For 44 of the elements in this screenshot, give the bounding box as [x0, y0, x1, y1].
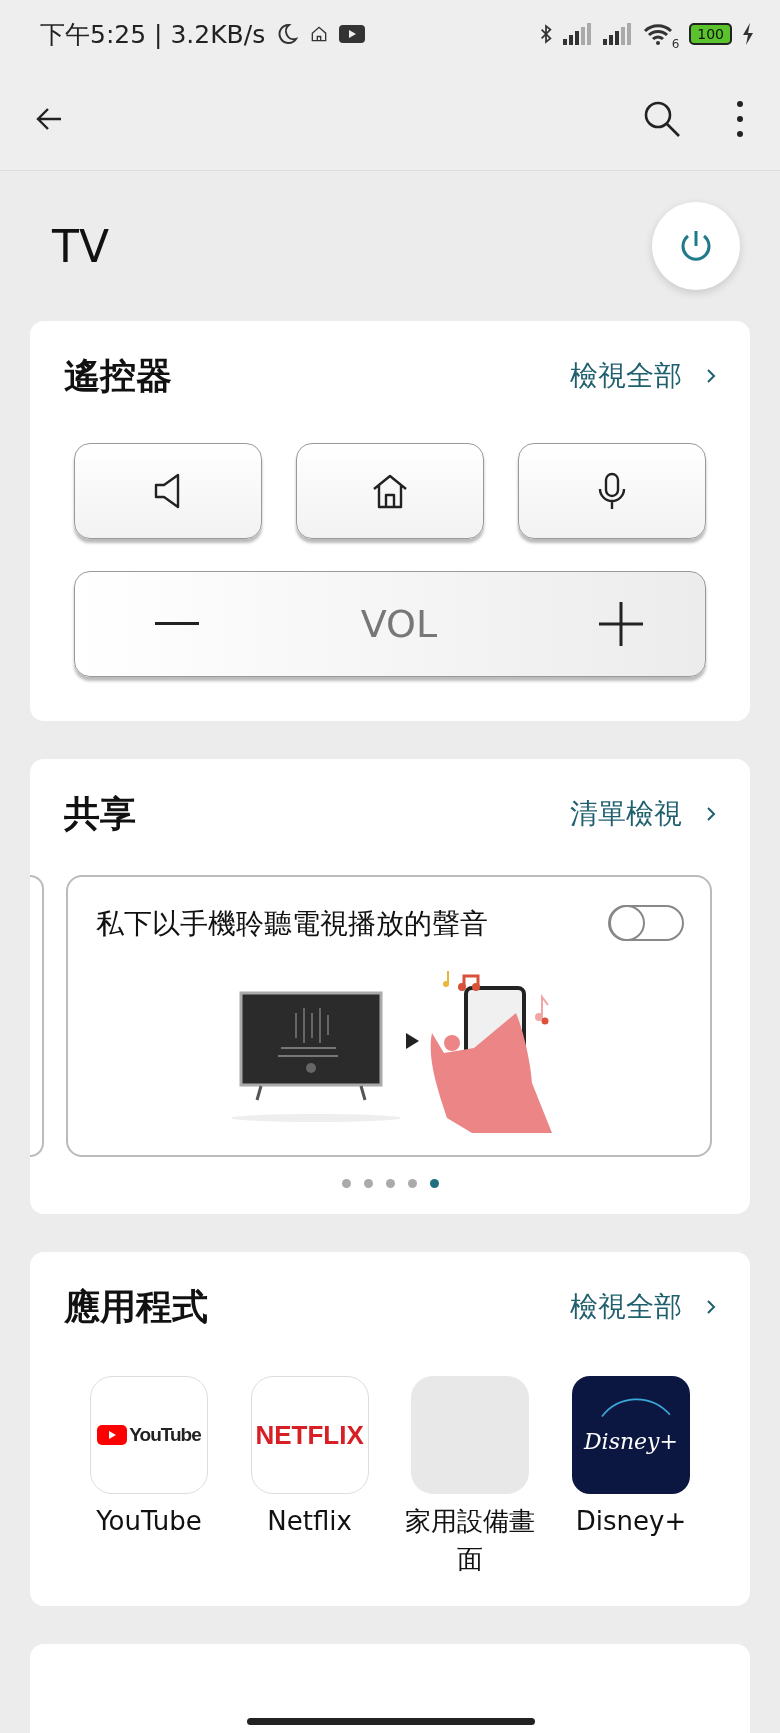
microphone-button[interactable]	[518, 443, 706, 539]
page-title: TV	[52, 220, 109, 272]
bluetooth-icon	[539, 22, 554, 46]
power-button[interactable]	[652, 202, 740, 290]
page-dot[interactable]	[363, 1179, 373, 1188]
chevron-icon[interactable]	[706, 368, 716, 384]
app-label[interactable]: Netflix	[239, 1502, 380, 1540]
mute-button[interactable]	[74, 443, 262, 539]
app-icon[interactable]: YouTube	[90, 1376, 208, 1494]
chevron-icon[interactable]	[706, 1299, 716, 1315]
section-title: 應用程式	[64, 1284, 209, 1329]
signal-icon	[563, 23, 594, 45]
section-title: 共享	[64, 791, 137, 836]
more-icon[interactable]	[736, 99, 744, 139]
wifi-icon	[643, 23, 674, 45]
page-dot[interactable]	[407, 1179, 417, 1188]
play-icon	[339, 24, 366, 44]
charging-icon	[742, 23, 754, 45]
app-label[interactable]: YouTube	[79, 1502, 219, 1540]
chevron-icon[interactable]	[706, 806, 716, 822]
page-dot[interactable]	[341, 1179, 351, 1188]
app-icon[interactable]: Disney+	[571, 1376, 690, 1494]
status-time: 下午5:25 | 3.2KB/s	[40, 18, 266, 51]
volume-up-icon[interactable]	[599, 602, 643, 646]
feature-text: 私下以手機聆聽電視播放的聲音	[96, 906, 488, 942]
search-icon[interactable]	[642, 99, 682, 139]
app-icon[interactable]: NETFLIX	[250, 1376, 369, 1494]
volume-label: VOL	[360, 602, 438, 646]
toggle-switch[interactable]	[608, 905, 684, 941]
battery-indicator: 100	[689, 23, 732, 45]
moon-icon	[275, 22, 300, 46]
app-label[interactable]: Disney+	[560, 1502, 701, 1540]
app-label[interactable]: 家用設備畫面	[400, 1502, 541, 1578]
list-view-link[interactable]: 清單檢視	[570, 795, 682, 833]
view-all-link[interactable]: 檢視全部	[570, 357, 682, 395]
wifi-band-label: 6	[671, 37, 680, 51]
home-button[interactable]	[296, 443, 484, 539]
volume-down-icon[interactable]	[155, 622, 199, 626]
page-dot[interactable]	[385, 1179, 395, 1188]
previous-slide[interactable]	[30, 875, 44, 1157]
signal-icon	[603, 23, 634, 45]
page-dot[interactable]	[429, 1179, 439, 1188]
section-title: 遙控器	[64, 353, 173, 398]
view-all-link[interactable]: 檢視全部	[570, 1288, 682, 1326]
